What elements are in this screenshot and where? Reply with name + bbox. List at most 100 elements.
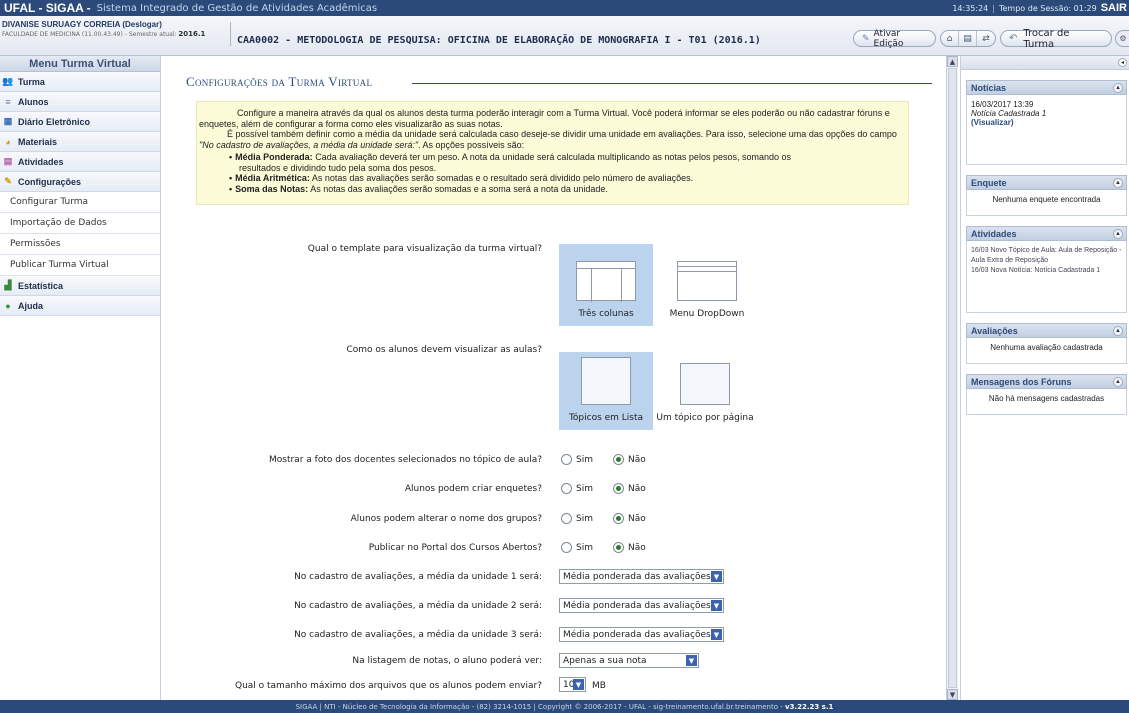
print-icon[interactable]: ▤	[959, 31, 977, 46]
panel-foruns-body: Não há mensagens cadastradas	[966, 389, 1127, 415]
panel-title: Mensagens dos Fóruns	[971, 376, 1072, 387]
activity-item[interactable]: 16/03 Novo Tópico de Aula: Aula de Repos…	[971, 246, 1122, 266]
empty-message: Nenhuma avaliação cadastrada	[990, 343, 1103, 352]
scroll-down-icon[interactable]: ▼	[947, 689, 958, 700]
aulas-topico-pagina[interactable]: Um tópico por página	[654, 352, 756, 430]
menu-sub-publicar[interactable]: Publicar Turma Virtual	[0, 255, 160, 276]
menu-sub-permissoes[interactable]: Permissões	[0, 234, 160, 255]
sim-label: Sim	[576, 542, 593, 553]
info-box: Configure a maneira através da qual os a…	[196, 101, 909, 205]
media3-select[interactable]: Média ponderada das avaliações ▼	[559, 627, 724, 642]
collapse-icon[interactable]: ▲	[1113, 326, 1123, 336]
info-paragraph-1: Configure a maneira através da qual os a…	[199, 108, 890, 129]
session-info: 14:35:24 | Tempo de Sessão: 01:29 SAIR	[952, 2, 1127, 14]
enquetes-nao-radio[interactable]	[612, 483, 624, 494]
link-icon[interactable]: ⇄	[977, 31, 995, 46]
select-value: Média ponderada das avaliações	[563, 571, 711, 582]
activity-item[interactable]: 16/03 Nova Notícia: Notícia Cadastrada 1	[971, 266, 1122, 276]
user-name: DIVANISE SURUAGY CORREIA	[2, 20, 121, 29]
template-menu-dropdown[interactable]: Menu DropDown	[660, 244, 754, 326]
tamanho-select[interactable]: 10 ▼	[559, 677, 586, 692]
enquetes-question: Alunos podem criar enquetes?	[404, 484, 542, 494]
chart-icon: ▟	[4, 280, 12, 290]
panel-atividades-header: Atividades ▲	[966, 226, 1127, 241]
bullet-term: Média Ponderada:	[235, 152, 313, 162]
course-header: DIVANISE SURUAGY CORREIA (Deslogar) FACU…	[0, 16, 1129, 56]
foto-nao-radio[interactable]	[612, 454, 624, 465]
menu-item-configuracoes[interactable]: ✎ Configurações	[0, 172, 160, 192]
sim-label: Sim	[576, 483, 593, 494]
chevron-down-icon: ▼	[711, 629, 722, 640]
collapse-icon[interactable]: ▲	[1113, 83, 1123, 93]
logout-link[interactable]: (Deslogar)	[122, 20, 162, 29]
collapse-sidebar-icon[interactable]: ◂	[1118, 58, 1127, 67]
main-content: Configurações da Turma Virtual Configure…	[162, 56, 946, 700]
footer-version: v3.22.23 s.1	[785, 702, 834, 711]
media2-select[interactable]: Média ponderada das avaliações ▼	[559, 598, 724, 613]
collapse-icon[interactable]: ▲	[1113, 229, 1123, 239]
semester: 2016.1	[178, 30, 206, 38]
menu-sub-importacao[interactable]: Importação de Dados	[0, 213, 160, 234]
left-menu: Menu Turma Virtual 👥 Turma ≡ Alunos ▦ Di…	[0, 56, 161, 700]
panel-avaliacoes-body: Nenhuma avaliação cadastrada	[966, 338, 1127, 364]
scroll-thumb[interactable]	[948, 68, 957, 688]
menu-item-materiais[interactable]: ◕ Materiais	[0, 132, 160, 152]
aulas-topicos-lista[interactable]: Tópicos em Lista	[559, 352, 653, 430]
switch-class-button[interactable]: ↶ Trocar de Turma	[1000, 28, 1112, 50]
exit-link[interactable]: SAIR	[1101, 2, 1127, 14]
home-icon[interactable]: ⌂	[941, 31, 959, 46]
template-tres-colunas[interactable]: Três colunas	[559, 244, 653, 326]
chevron-down-icon: ▼	[686, 655, 697, 666]
panel-noticias-header: Notícias ▲	[966, 80, 1127, 95]
menu-item-turma[interactable]: 👥 Turma	[0, 72, 160, 92]
menu-item-estatistica[interactable]: ▟ Estatística	[0, 276, 160, 296]
app-title: UFAL - SIGAA -	[4, 1, 91, 15]
menu-item-diario[interactable]: ▦ Diário Eletrônico	[0, 112, 160, 132]
main-scrollbar[interactable]: ▲ ▼	[946, 56, 958, 700]
media1-select[interactable]: Média ponderada das avaliações ▼	[559, 569, 724, 584]
menu-item-ajuda[interactable]: ● Ajuda	[0, 296, 160, 316]
collapse-icon[interactable]: ▲	[1113, 178, 1123, 188]
activate-edit-button[interactable]: ✎ Ativar Edição	[853, 28, 936, 49]
panel-title: Atividades	[971, 228, 1017, 239]
news-title: Notícia Cadastrada 1	[971, 109, 1047, 118]
grupos-nao-radio[interactable]	[612, 513, 624, 524]
menu-title: Menu Turma Virtual	[0, 56, 160, 72]
nao-label: Não	[627, 483, 646, 494]
quick-actions: ⌂ ▤ ⇄	[940, 30, 996, 47]
gear-icon[interactable]: ⚙	[1115, 30, 1129, 47]
media2-question: No cadastro de avaliações, a média da un…	[294, 601, 542, 611]
portal-options: Sim Não	[561, 542, 646, 553]
menu-item-label: Atividades	[18, 156, 64, 167]
chevron-down-icon: ▼	[711, 571, 722, 582]
portal-question: Publicar no Portal dos Cursos Abertos?	[368, 543, 542, 553]
notas-select[interactable]: Apenas a sua nota ▼	[559, 653, 699, 668]
foto-question: Mostrar a foto dos docentes selecionados…	[269, 455, 542, 465]
menu-item-alunos[interactable]: ≡ Alunos	[0, 92, 160, 112]
news-view-link[interactable]: (Visualizar)	[971, 118, 1122, 127]
activate-edit-label: Ativar Edição	[873, 28, 904, 49]
portal-sim-radio[interactable]	[561, 542, 572, 553]
dropdown-layout-icon	[677, 261, 737, 301]
bullet-soma: Soma das Notas: As notas das avaliações …	[229, 184, 902, 195]
activities-icon: ▤	[3, 156, 13, 166]
foto-sim-radio[interactable]	[561, 454, 572, 465]
enquetes-sim-radio[interactable]	[561, 483, 572, 494]
panel-title: Notícias	[971, 82, 1007, 93]
menu-sub-configurar-turma[interactable]: Configurar Turma	[0, 192, 160, 213]
portal-nao-radio[interactable]	[612, 542, 624, 553]
panel-enquete-body: Nenhuma enquete encontrada	[966, 190, 1127, 216]
empty-message: Nenhuma enquete encontrada	[992, 195, 1101, 204]
select-value: Média ponderada das avaliações	[563, 600, 711, 611]
template-question: Qual o template para visualização da tur…	[307, 244, 542, 254]
menu-item-atividades[interactable]: ▤ Atividades	[0, 152, 160, 172]
bullet-ponderada: Média Ponderada: Cada avaliação deverá t…	[229, 152, 902, 173]
scroll-up-icon[interactable]: ▲	[947, 56, 958, 67]
info-paragraph-2: É possível também definir como a média d…	[199, 129, 902, 150]
nao-label: Não	[627, 454, 646, 465]
bullet-text-cont: resultados e dividindo tudo pela soma do…	[239, 162, 437, 173]
page-view-icon	[680, 363, 730, 405]
grupos-options: Sim Não	[561, 513, 646, 524]
collapse-icon[interactable]: ▲	[1113, 377, 1123, 387]
grupos-sim-radio[interactable]	[561, 513, 572, 524]
